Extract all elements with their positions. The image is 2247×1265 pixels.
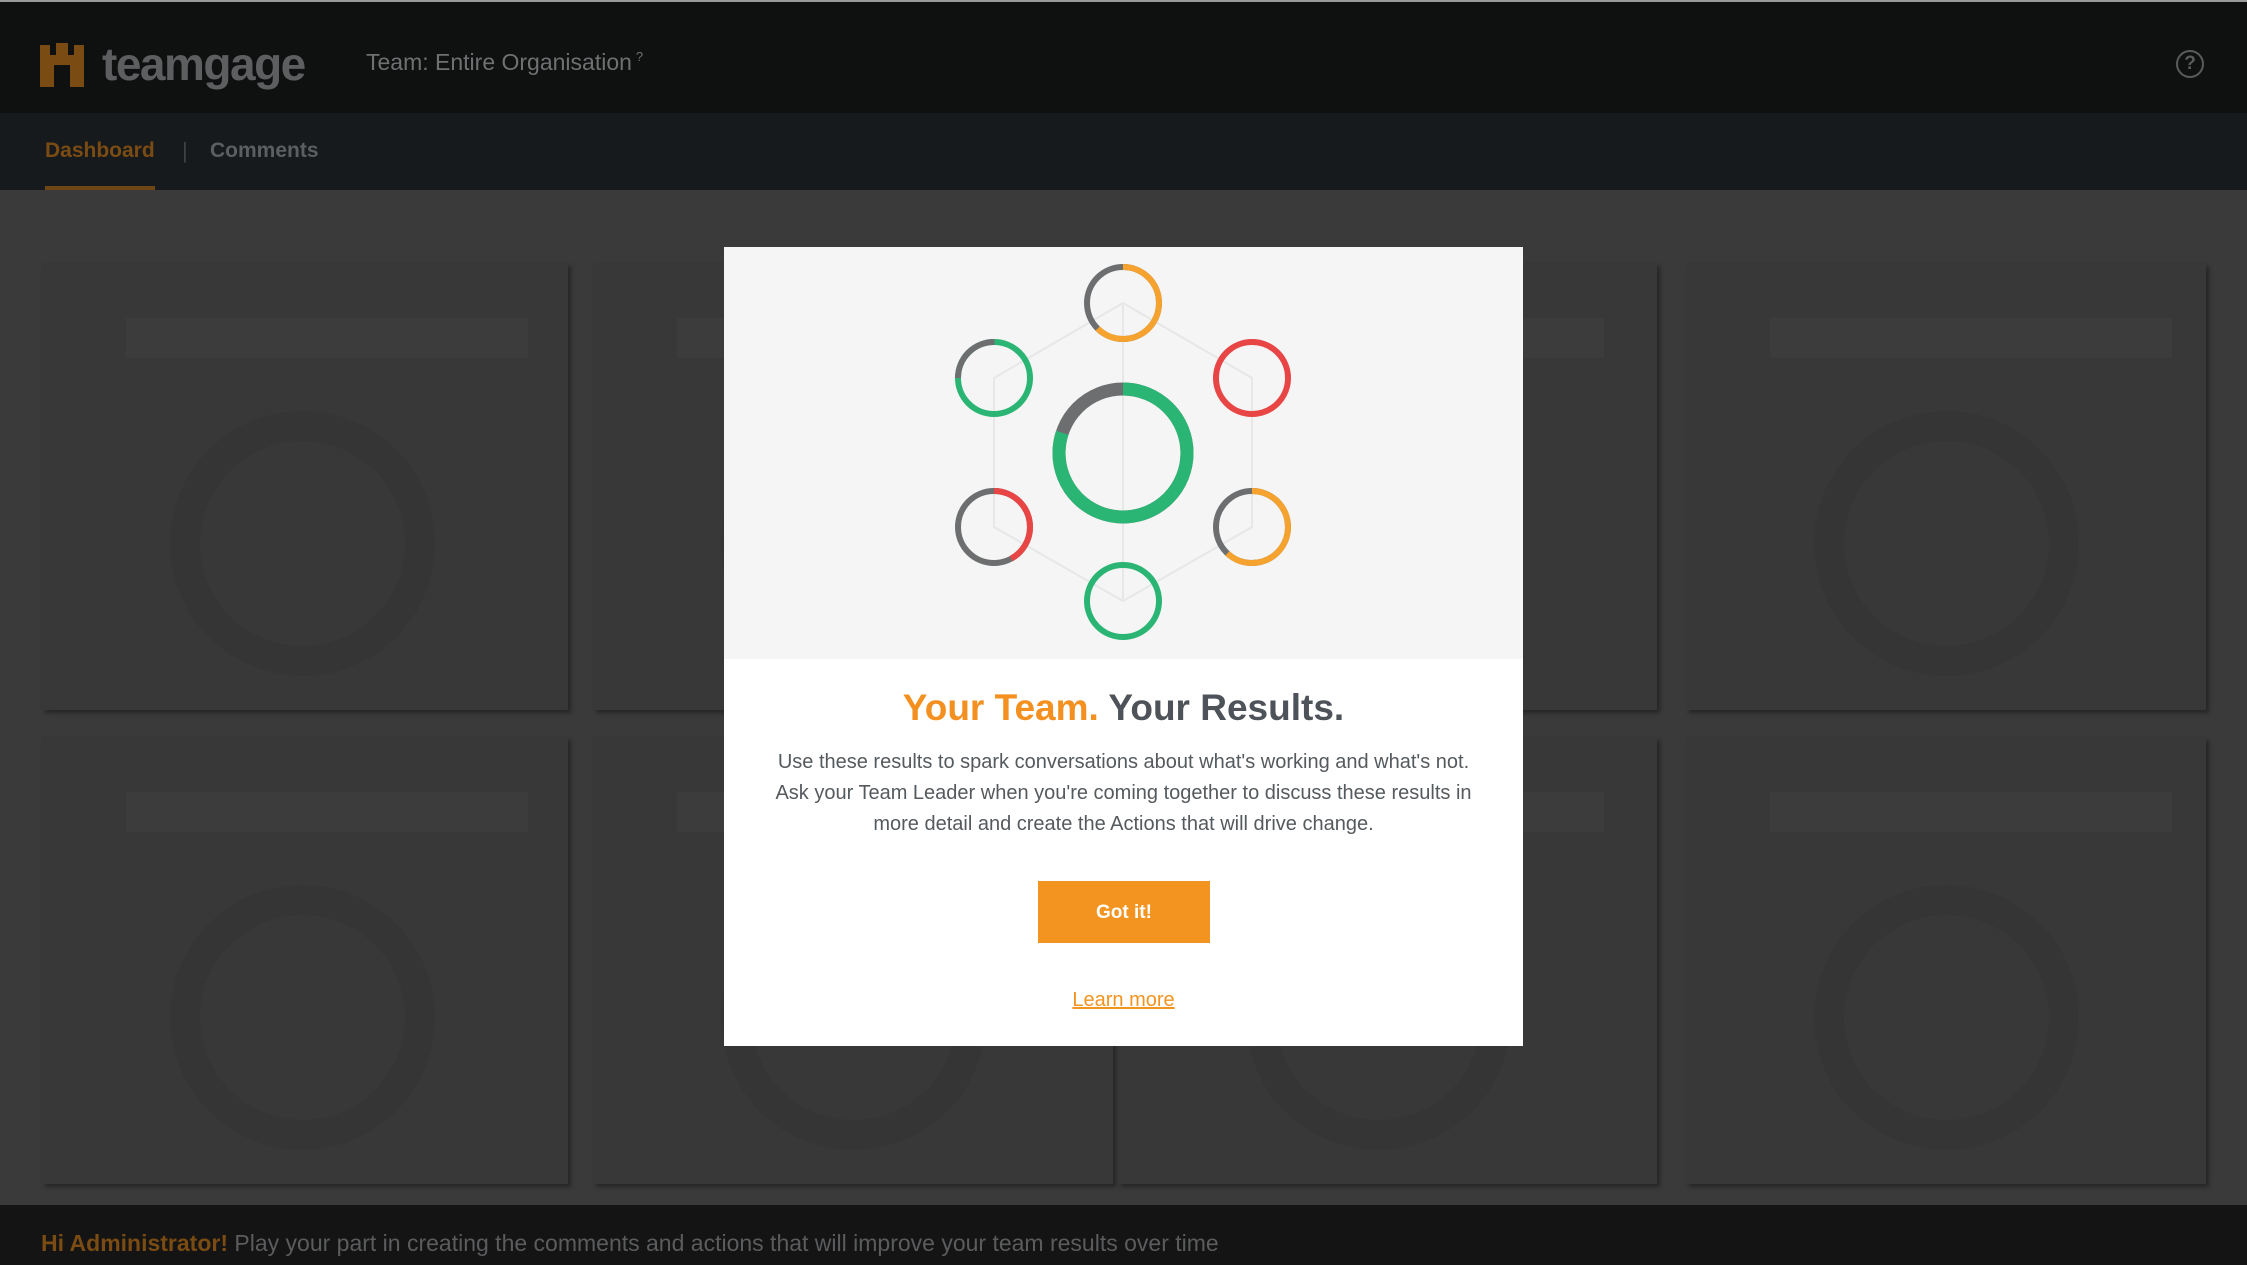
modal-title-accent: Your Team. <box>902 687 1099 728</box>
footer-body: Play your part in creating the comments … <box>228 1230 1219 1256</box>
card-header-placeholder <box>1770 318 2172 358</box>
dashboard-card <box>1686 263 2206 710</box>
card-header-placeholder <box>1770 792 2172 832</box>
card-header-placeholder <box>126 792 528 832</box>
card-chart-placeholder <box>1814 411 2079 676</box>
team-label: Team: Entire Organisation <box>366 49 632 75</box>
dashboard-card <box>42 737 568 1184</box>
help-icon[interactable]: ? <box>2176 50 2204 78</box>
tab-separator: | <box>182 138 188 163</box>
modal-title: Your Team. Your Results. <box>724 687 1523 729</box>
tab-dashboard[interactable]: Dashboard <box>45 139 155 190</box>
card-header-placeholder <box>126 318 528 358</box>
footer-bar: Hi Administrator! Play your part in crea… <box>0 1205 2247 1265</box>
team-info-icon[interactable]: ? <box>636 49 643 64</box>
modal-title-rest: Your Results. <box>1098 687 1345 728</box>
modal-description: Use these results to spark conversations… <box>775 751 1472 835</box>
got-it-button[interactable]: Got it! <box>1038 881 1210 943</box>
logo-icon <box>40 41 84 87</box>
footer-message: Hi Administrator! Play your part in crea… <box>41 1230 1219 1257</box>
logo-text: teamgage <box>102 38 306 90</box>
card-chart-placeholder <box>170 885 435 1150</box>
top-bar: teamgage Team: Entire Organisation? ? <box>0 0 2247 113</box>
tab-comments[interactable]: Comments <box>210 139 319 163</box>
learn-more-link[interactable]: Learn more <box>724 989 1523 1012</box>
card-chart-placeholder <box>1814 885 2079 1150</box>
connector-lines <box>993 301 1253 603</box>
team-results-illustration <box>955 264 1291 640</box>
nav-bar: Dashboard | Comments <box>0 113 2247 190</box>
modal-illustration <box>724 247 1523 659</box>
dashboard-card <box>42 263 568 710</box>
footer-greeting: Hi Administrator! <box>41 1230 228 1256</box>
logo[interactable]: teamgage <box>40 38 306 90</box>
team-selector[interactable]: Team: Entire Organisation? <box>366 49 643 76</box>
onboarding-modal: Your Team. Your Results. Use these resul… <box>724 247 1523 1046</box>
card-chart-placeholder <box>170 411 435 676</box>
dashboard-card <box>1686 737 2206 1184</box>
